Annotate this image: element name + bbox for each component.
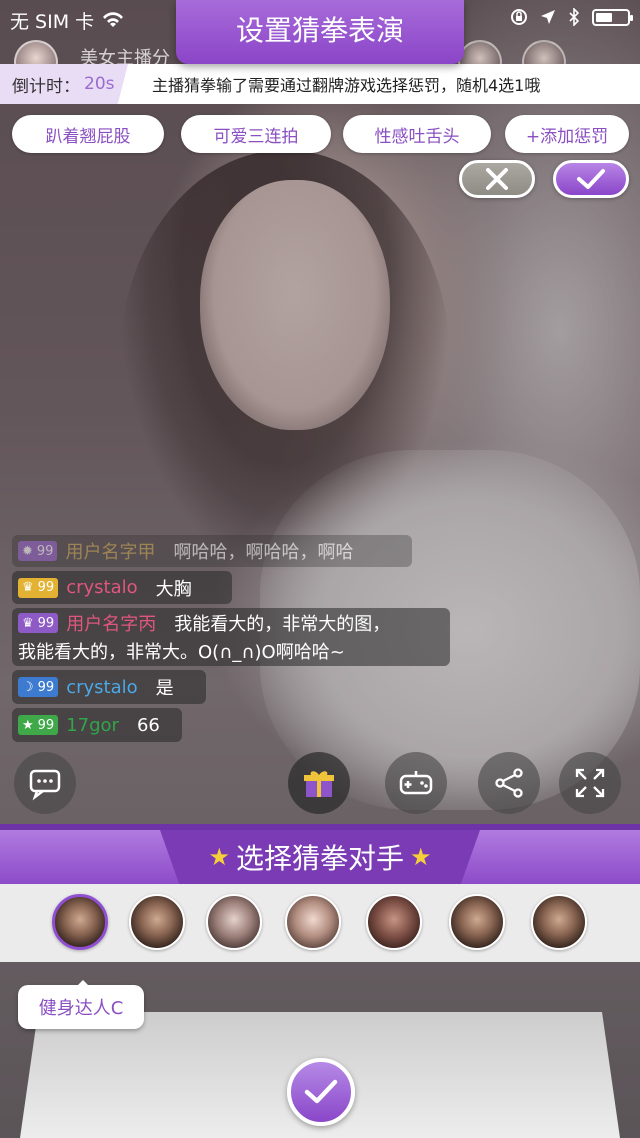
chat-message: ☽ 99 crystalo 是 — [12, 670, 206, 704]
fullscreen-button[interactable] — [559, 752, 621, 814]
chat-username[interactable]: crystalo — [66, 577, 137, 598]
chat-bubble-icon — [29, 769, 61, 801]
chat-button[interactable] — [14, 752, 76, 814]
level-badge: ✹ 99 — [18, 541, 58, 561]
add-penalty-button[interactable]: +添加惩罚 — [505, 115, 629, 153]
level-badge: ♛ 99 — [18, 577, 59, 598]
opponent-avatar[interactable] — [531, 894, 587, 950]
cancel-button[interactable] — [459, 160, 535, 198]
chat-username[interactable]: crystalo — [66, 677, 137, 698]
chat-message: ♛ 99 crystalo 大胸 — [12, 571, 232, 604]
opponent-header-bar: ★ 选择猜拳对手 ★ — [0, 824, 640, 884]
opponent-avatar[interactable] — [285, 894, 341, 950]
opponent-avatar[interactable] — [206, 894, 262, 950]
opponent-avatar[interactable] — [366, 894, 422, 950]
star-icon: ★ — [22, 717, 34, 733]
chat-text-continued: 我能看大的，非常大。O(∩_∩)O啊哈哈~ — [18, 642, 345, 663]
share-button[interactable] — [478, 752, 540, 814]
level-badge: ☽ 99 — [18, 677, 59, 697]
badge-icon: ✹ — [22, 543, 33, 559]
chat-message: ✹ 99 用户名字甲 啊哈哈，啊哈哈，啊哈 — [12, 535, 412, 567]
opponent-avatar[interactable] — [129, 894, 185, 950]
gift-icon — [304, 771, 334, 797]
check-icon — [577, 169, 605, 189]
dim-overlay — [0, 0, 640, 1138]
chat-username[interactable]: 用户名字甲 — [65, 538, 155, 564]
rotation-lock-icon — [511, 9, 527, 25]
gift-button[interactable] — [288, 752, 350, 814]
level-badge: ★ 99 — [18, 715, 59, 735]
chat-text: 是 — [155, 678, 174, 699]
chat-message: ♛ 99 用户名字丙 我能看大的，非常大的图， 我能看大的，非常大。O(∩_∩)O… — [12, 608, 450, 666]
countdown-label-box: 倒计时： 20s — [0, 64, 128, 104]
penalty-chip[interactable]: 性感吐舌头 — [343, 115, 491, 153]
bluetooth-icon — [569, 8, 580, 26]
confirm-button[interactable] — [553, 160, 629, 198]
moon-icon: ☽ — [22, 679, 34, 695]
confirm-opponent-button[interactable] — [287, 1058, 355, 1126]
opponent-header-title: 选择猜拳对手 — [235, 842, 404, 875]
countdown-seconds: 20s — [84, 74, 115, 94]
wifi-icon — [103, 12, 124, 27]
countdown-bar: 倒计时： 20s 主播猜拳输了需要通过翻牌游戏选择惩罚，随机4选1哦 — [0, 64, 640, 104]
close-icon — [486, 168, 508, 190]
chat-username[interactable]: 17gor — [66, 715, 119, 736]
crown-icon: ♛ — [22, 580, 34, 595]
crown-icon: ♛ — [22, 615, 34, 631]
chat-text: 啊哈哈，啊哈哈，啊哈 — [173, 542, 354, 563]
dialog-title: 设置猜拳表演 — [176, 0, 464, 64]
countdown-label: 倒计时： — [12, 76, 80, 97]
battery-icon — [592, 8, 633, 26]
chat-username[interactable]: 用户名字丙 — [66, 610, 156, 636]
opponent-avatar[interactable] — [449, 894, 505, 950]
star-icon: ★ — [208, 843, 230, 871]
opponent-avatar-selected[interactable] — [52, 894, 108, 950]
penalty-chip[interactable]: 趴着翘屁股 — [12, 115, 164, 153]
chat-text: 大胸 — [155, 578, 192, 600]
opponent-header: ★ 选择猜拳对手 ★ — [160, 830, 480, 884]
check-icon — [304, 1079, 338, 1104]
star-icon: ★ — [410, 843, 432, 871]
chat-text: 我能看大的，非常大的图， — [174, 614, 391, 635]
gamepad-icon — [399, 771, 433, 795]
chat-message: ★ 99 17gor 66 — [12, 708, 182, 742]
carrier-text: 无 SIM 卡 — [10, 10, 95, 33]
expand-icon — [575, 768, 605, 798]
chat-text: 66 — [136, 714, 160, 736]
level-badge: ♛ 99 — [18, 613, 59, 633]
game-button[interactable] — [385, 752, 447, 814]
penalty-chip[interactable]: 可爱三连拍 — [181, 115, 331, 153]
selected-opponent-name: 健身达人C — [18, 980, 144, 1029]
share-icon — [495, 768, 523, 798]
countdown-message: 主播猜拳输了需要通过翻牌游戏选择惩罚，随机4选1哦 — [152, 76, 541, 95]
location-arrow-icon — [541, 10, 555, 24]
